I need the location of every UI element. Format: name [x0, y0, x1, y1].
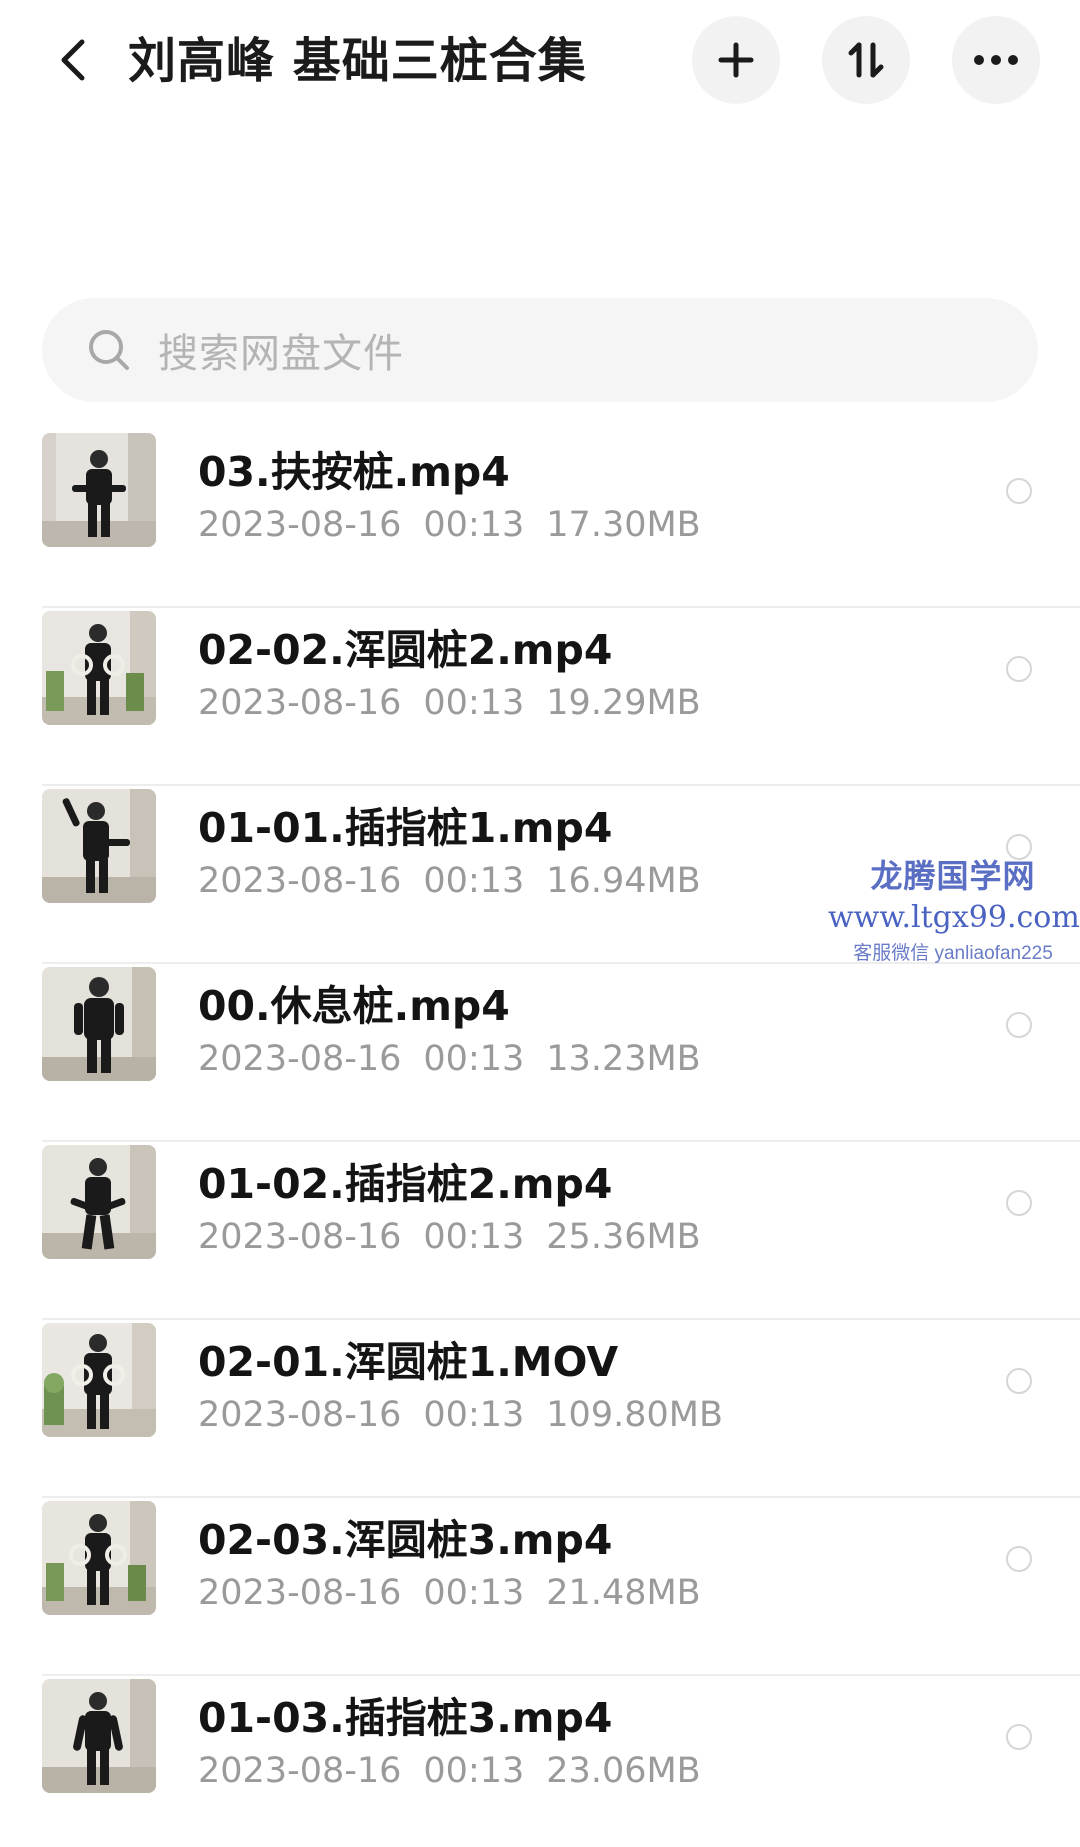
video-thumbnail [42, 1501, 156, 1615]
file-name: 03.扶按桩.mp4 [198, 448, 510, 496]
video-thumbnail [42, 1145, 156, 1259]
file-row[interactable]: 03.扶按桩.mp4 2023-08-16 00:13 17.30MB [0, 430, 1080, 608]
file-meta: 2023-08-16 00:13 25.36MB [198, 1212, 723, 1262]
plus-icon [718, 42, 754, 78]
file-date: 2023-08-16 [198, 683, 402, 723]
file-time: 00:13 [423, 1573, 525, 1613]
sort-button[interactable] [822, 16, 910, 104]
file-row[interactable]: 01-02.插指桩2.mp4 2023-08-16 00:13 25.36MB [0, 1142, 1080, 1320]
file-time: 00:13 [423, 1217, 525, 1257]
file-meta: 2023-08-16 00:13 19.29MB [198, 678, 723, 728]
back-button[interactable] [44, 30, 100, 90]
file-name: 00.休息桩.mp4 [198, 982, 510, 1030]
add-button[interactable] [692, 16, 780, 104]
file-date: 2023-08-16 [198, 1573, 402, 1613]
search-icon [86, 327, 132, 373]
file-size: 25.36MB [546, 1217, 701, 1257]
video-thumbnail [42, 789, 156, 903]
file-row[interactable]: 00.休息桩.mp4 2023-08-16 00:13 13.23MB [0, 964, 1080, 1142]
file-size: 13.23MB [546, 1039, 701, 1079]
file-row[interactable]: 01-03.插指桩3.mp4 2023-08-16 00:13 23.06MB [0, 1676, 1080, 1847]
file-meta: 2023-08-16 00:13 13.23MB [198, 1034, 723, 1084]
file-row[interactable]: 02-01.浑圆桩1.MOV 2023-08-16 00:13 109.80MB [0, 1320, 1080, 1498]
file-size: 17.30MB [546, 505, 701, 545]
search-placeholder: 搜索网盘文件 [158, 331, 404, 377]
video-thumbnail [42, 1323, 156, 1437]
file-size: 19.29MB [546, 683, 701, 723]
video-thumbnail [42, 611, 156, 725]
search-input[interactable]: 搜索网盘文件 [42, 298, 1038, 402]
file-time: 00:13 [423, 505, 525, 545]
file-row[interactable]: 02-02.浑圆桩2.mp4 2023-08-16 00:13 19.29MB [0, 608, 1080, 786]
file-name: 01-01.插指桩1.mp4 [198, 804, 613, 852]
file-name: 02-03.浑圆桩3.mp4 [198, 1516, 613, 1564]
more-icon [974, 55, 1018, 65]
select-radio[interactable] [1006, 1012, 1032, 1038]
select-radio[interactable] [1006, 1546, 1032, 1572]
file-meta: 2023-08-16 00:13 21.48MB [198, 1568, 723, 1618]
file-time: 00:13 [423, 1751, 525, 1791]
file-name: 02-01.浑圆桩1.MOV [198, 1338, 619, 1386]
file-size: 16.94MB [546, 861, 701, 901]
file-meta: 2023-08-16 00:13 23.06MB [198, 1746, 723, 1796]
file-time: 00:13 [423, 1395, 525, 1435]
file-date: 2023-08-16 [198, 1751, 402, 1791]
select-radio[interactable] [1006, 1724, 1032, 1750]
video-thumbnail [42, 433, 156, 547]
file-folder-screen: 刘高峰 基础三桩合集 搜索网盘文件 03.扶按桩.mp4 2023-08-16 … [0, 0, 1080, 1847]
file-time: 00:13 [423, 1039, 525, 1079]
file-size: 21.48MB [546, 1573, 701, 1613]
video-thumbnail [42, 1679, 156, 1793]
file-date: 2023-08-16 [198, 861, 402, 901]
select-radio[interactable] [1006, 834, 1032, 860]
file-row[interactable]: 02-03.浑圆桩3.mp4 2023-08-16 00:13 21.48MB [0, 1498, 1080, 1676]
file-meta: 2023-08-16 00:13 16.94MB [198, 856, 723, 906]
file-date: 2023-08-16 [198, 1395, 402, 1435]
file-name: 01-03.插指桩3.mp4 [198, 1694, 613, 1742]
select-radio[interactable] [1006, 478, 1032, 504]
file-meta: 2023-08-16 00:13 109.80MB [198, 1390, 745, 1440]
file-row[interactable]: 01-01.插指桩1.mp4 2023-08-16 00:13 16.94MB [0, 786, 1080, 964]
page-title: 刘高峰 基础三桩合集 [128, 33, 587, 89]
file-meta: 2023-08-16 00:13 17.30MB [198, 500, 723, 550]
file-date: 2023-08-16 [198, 1039, 402, 1079]
file-time: 00:13 [423, 861, 525, 901]
file-name: 01-02.插指桩2.mp4 [198, 1160, 613, 1208]
select-radio[interactable] [1006, 656, 1032, 682]
sort-icon [848, 42, 884, 78]
select-radio[interactable] [1006, 1190, 1032, 1216]
chevron-left-icon [61, 39, 85, 81]
file-name: 02-02.浑圆桩2.mp4 [198, 626, 613, 674]
file-list: 03.扶按桩.mp4 2023-08-16 00:13 17.30MB 02-0… [0, 430, 1080, 1847]
top-bar: 刘高峰 基础三桩合集 [0, 0, 1080, 130]
file-time: 00:13 [423, 683, 525, 723]
file-date: 2023-08-16 [198, 505, 402, 545]
more-options-button[interactable] [952, 16, 1040, 104]
video-thumbnail [42, 967, 156, 1081]
file-size: 109.80MB [546, 1395, 723, 1435]
file-size: 23.06MB [546, 1751, 701, 1791]
select-radio[interactable] [1006, 1368, 1032, 1394]
file-date: 2023-08-16 [198, 1217, 402, 1257]
